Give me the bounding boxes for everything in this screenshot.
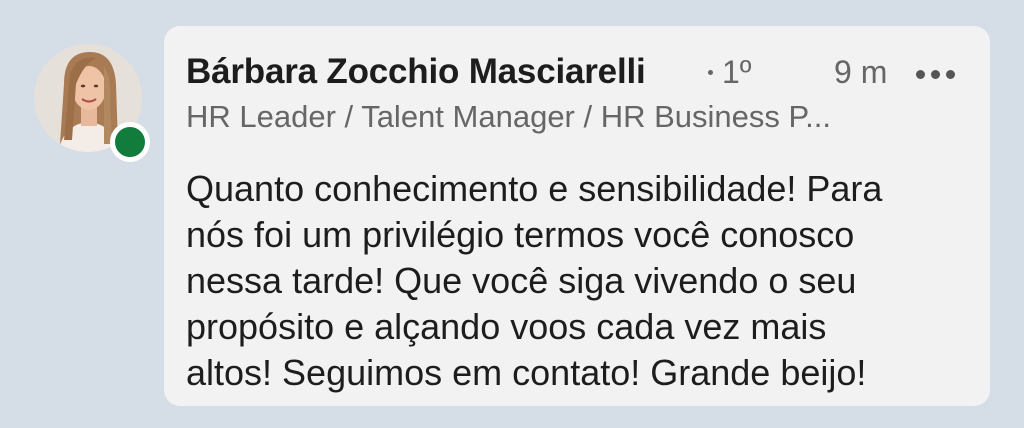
ellipsis-icon[interactable] xyxy=(916,68,956,82)
online-status-indicator xyxy=(110,122,150,162)
connection-degree: 1º xyxy=(704,54,751,91)
comment-text-line: nós foi um privilégio termos você conosc… xyxy=(186,214,855,255)
comment-text-line: nessa tarde! Que você siga vivendo o seu xyxy=(186,260,857,301)
comment-text-line: Quanto conhecimento e sensibilidade! Par… xyxy=(186,168,883,209)
comment-item: Bárbara Zocchio Masciarelli 1º 9 m HR Le… xyxy=(0,0,1024,428)
comment-text-line: propósito e alçando voos cada vez mais xyxy=(186,306,827,347)
comment-bubble: Bárbara Zocchio Masciarelli 1º 9 m HR Le… xyxy=(164,26,990,406)
timestamp: 9 m xyxy=(834,54,888,90)
comment-text: Quanto conhecimento e sensibilidade! Par… xyxy=(186,166,966,396)
author-headline: HR Leader / Talent Manager / HR Business… xyxy=(186,99,832,134)
author-name[interactable]: Bárbara Zocchio Masciarelli xyxy=(186,52,646,92)
connection-degree-label: 1º xyxy=(722,54,752,90)
comment-text-line: altos! Seguimos em contato! Grande beijo… xyxy=(186,352,867,393)
author-avatar-container[interactable] xyxy=(34,44,150,162)
